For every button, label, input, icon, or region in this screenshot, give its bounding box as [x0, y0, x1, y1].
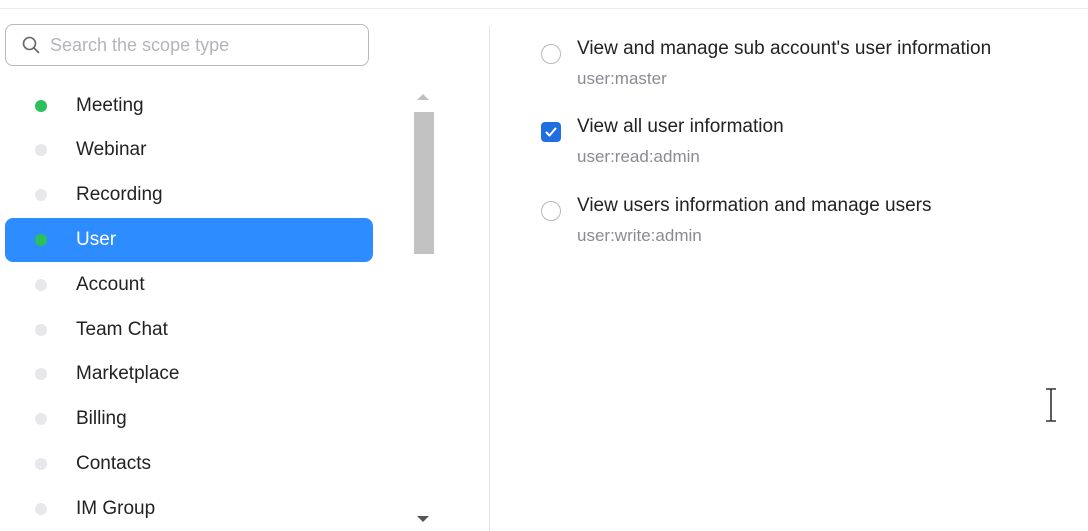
- scope-item-account[interactable]: Account: [5, 263, 373, 307]
- scope-label: Contacts: [76, 453, 151, 474]
- status-dot: [35, 100, 47, 112]
- scroll-up-arrow-icon[interactable]: [417, 94, 429, 100]
- scope-label: Billing: [76, 408, 127, 429]
- scope-label: Team Chat: [76, 319, 168, 340]
- search-input[interactable]: [48, 33, 352, 57]
- scrollbar-thumb[interactable]: [414, 112, 434, 254]
- checkmark-icon: [545, 127, 557, 137]
- permission-scope: user:write:admin: [577, 226, 702, 245]
- status-dot: [35, 413, 47, 425]
- status-dot: [35, 458, 47, 470]
- permission-scope: user:read:admin: [577, 147, 700, 166]
- status-dot: [35, 189, 47, 201]
- scope-item-billing[interactable]: Billing: [5, 397, 373, 441]
- scope-item-user[interactable]: User: [5, 218, 373, 262]
- status-dot: [35, 503, 47, 515]
- scroll-down-arrow-icon[interactable]: [417, 516, 429, 522]
- permission-checkbox[interactable]: [541, 44, 561, 64]
- status-dot: [35, 368, 47, 380]
- text-cursor-icon: [1044, 388, 1058, 427]
- top-border: [0, 0, 1088, 9]
- scope-item-marketplace[interactable]: Marketplace: [5, 352, 373, 396]
- permission-checkbox[interactable]: [541, 201, 561, 221]
- status-dot: [35, 324, 47, 336]
- search-icon: [22, 36, 40, 54]
- scope-list-scrollbar[interactable]: [412, 86, 436, 531]
- scope-label: Account: [76, 274, 145, 295]
- scope-item-meeting[interactable]: Meeting: [5, 84, 373, 128]
- scope-label: Webinar: [76, 139, 147, 160]
- scope-item-recording[interactable]: Recording: [5, 173, 373, 217]
- permission-title: View all user information: [577, 116, 784, 137]
- permission-scope: user:master: [577, 69, 667, 88]
- scope-item-im-group[interactable]: IM Group: [5, 487, 373, 531]
- scope-item-webinar[interactable]: Webinar: [5, 128, 373, 172]
- panel-divider: [489, 26, 490, 531]
- scope-label: IM Group: [76, 498, 156, 519]
- status-dot: [35, 234, 47, 246]
- search-box[interactable]: [5, 24, 369, 66]
- scope-label: Marketplace: [76, 363, 180, 384]
- permission-title: View and manage sub account's user infor…: [577, 38, 992, 59]
- scope-item-team-chat[interactable]: Team Chat: [5, 308, 373, 352]
- scope-item-contacts[interactable]: Contacts: [5, 442, 373, 486]
- scope-label: User: [76, 229, 117, 250]
- permission-title: View users information and manage users: [577, 195, 932, 216]
- status-dot: [35, 144, 47, 156]
- scope-list: Meeting Webinar Recording User Account T…: [0, 84, 380, 531]
- permission-checkbox[interactable]: [541, 122, 561, 142]
- scope-label: Recording: [76, 184, 163, 205]
- scope-label: Meeting: [76, 95, 144, 116]
- status-dot: [35, 279, 47, 291]
